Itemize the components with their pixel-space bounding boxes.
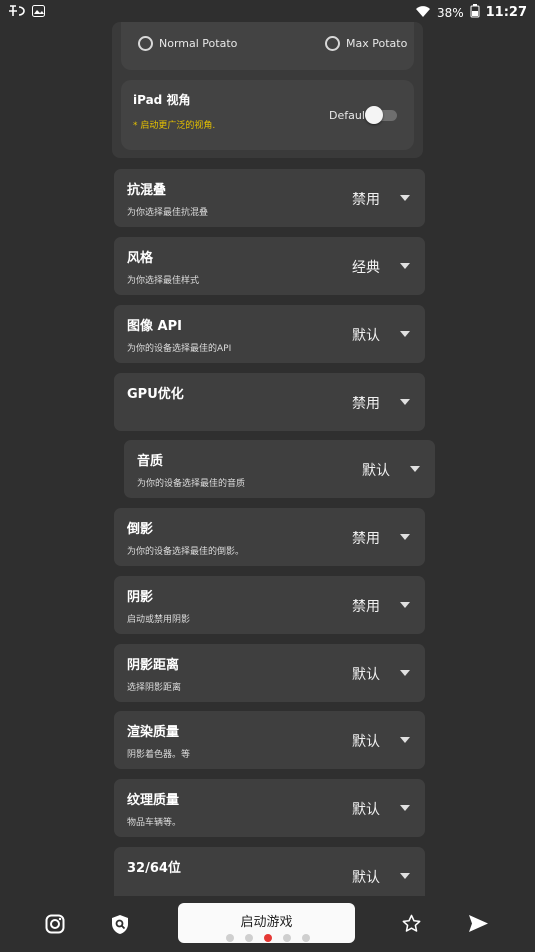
dropdown-arrow-icon[interactable] [400, 195, 410, 201]
setting-value: 禁用 [352, 531, 380, 547]
page-dot-active[interactable] [264, 934, 272, 942]
setting-value: 默认 [352, 870, 380, 886]
dropdown-arrow-icon[interactable] [400, 805, 410, 811]
setting-value: 经典 [352, 260, 380, 276]
setting-subtitle: 选择阴影距离 [127, 683, 182, 693]
wifi-icon [415, 5, 431, 20]
page-dot[interactable] [283, 934, 291, 942]
dropdown-arrow-icon[interactable] [400, 873, 410, 879]
setting-title: 音质 [137, 454, 164, 469]
radio-circle-icon [138, 36, 153, 51]
setting-subtitle: 为你选择最佳样式 [127, 276, 200, 286]
dropdown-arrow-icon[interactable] [400, 263, 410, 269]
setting-shadow-distance[interactable]: 阴影距离 选择阴影距离 默认 [114, 644, 425, 702]
dropdown-arrow-icon[interactable] [400, 534, 410, 540]
setting-subtitle: 为你的设备选择最佳的API [127, 344, 232, 354]
setting-value: 默认 [352, 802, 380, 818]
setting-subtitle: 阴影着色器。等 [127, 750, 191, 760]
setting-title: 渲染质量 [127, 725, 180, 740]
page-dot[interactable] [245, 934, 253, 942]
setting-shadow[interactable]: 阴影 启动或禁用阴影 禁用 [114, 576, 425, 634]
setting-value: 默认 [352, 667, 380, 683]
setting-title: 阴影距离 [127, 658, 180, 673]
setting-subtitle: 为你的设备选择最佳的倒影。 [127, 547, 245, 557]
page-dot[interactable] [302, 934, 310, 942]
setting-gpu-optimization[interactable]: GPU优化 禁用 [114, 373, 425, 431]
setting-value: 默认 [362, 463, 390, 479]
setting-title: 抗混叠 [127, 183, 167, 198]
shield-search-icon[interactable] [111, 914, 129, 939]
setting-title: 纹理质量 [127, 793, 180, 808]
setting-value: 禁用 [352, 192, 380, 208]
setting-style[interactable]: 风格 为你选择最佳样式 经典 [114, 237, 425, 295]
setting-title: GPU优化 [127, 387, 184, 402]
page-indicator [226, 934, 310, 942]
max-potato-radio[interactable]: Max Potato [325, 36, 407, 51]
setting-subtitle: 为你选择最佳抗混叠 [127, 208, 209, 218]
instagram-icon[interactable] [45, 914, 65, 938]
status-right: 38% 11:27 [415, 4, 527, 21]
setting-value: 禁用 [352, 396, 380, 412]
status-left [8, 4, 45, 21]
dropdown-arrow-icon[interactable] [400, 602, 410, 608]
max-potato-label: Max Potato [346, 37, 408, 50]
normal-potato-radio[interactable]: Normal Potato [138, 36, 237, 51]
status-bar: 38% 11:27 [0, 0, 535, 24]
setting-reflection[interactable]: 倒影 为你的设备选择最佳的倒影。 禁用 [114, 508, 425, 566]
setting-title: 图像 API [127, 319, 182, 334]
status-time: 11:27 [485, 5, 527, 20]
setting-graphics-api[interactable]: 图像 API 为你的设备选择最佳的API 默认 [114, 305, 425, 363]
image-notification-icon [32, 5, 45, 20]
setting-value: 默认 [352, 328, 380, 344]
setting-title: 倒影 [127, 522, 154, 537]
battery-percent: 38% [436, 5, 464, 20]
dropdown-arrow-icon[interactable] [400, 670, 410, 676]
dropdown-arrow-icon[interactable] [400, 737, 410, 743]
dropdown-arrow-icon[interactable] [400, 399, 410, 405]
setting-subtitle: 启动或禁用阴影 [127, 615, 191, 625]
ipad-toggle-label: Default [329, 109, 370, 122]
setting-title: 阴影 [127, 590, 154, 605]
setting-value: 默认 [352, 734, 380, 750]
ipad-view-title: iPad 视角 [133, 93, 191, 107]
dropdown-arrow-icon[interactable] [410, 466, 420, 472]
send-icon[interactable] [468, 914, 489, 937]
battery-icon [470, 4, 480, 21]
star-icon[interactable] [402, 914, 421, 937]
toggle-knob [365, 106, 383, 124]
setting-render-quality[interactable]: 渲染质量 阴影着色器。等 默认 [114, 711, 425, 769]
setting-texture-quality[interactable]: 纹理质量 物品车辆等。 默认 [114, 779, 425, 837]
radio-circle-icon [325, 36, 340, 51]
setting-subtitle: 为你的设备选择最佳的音质 [137, 479, 246, 489]
potato-mode-card: Normal Potato Max Potato [121, 22, 414, 70]
setting-antialiasing[interactable]: 抗混叠 为你选择最佳抗混叠 禁用 [114, 169, 425, 227]
ipad-view-card: iPad 视角 * 启动更广泛的视角. Default [121, 80, 414, 150]
setting-title: 32/64位 [127, 861, 181, 876]
normal-potato-label: Normal Potato [159, 37, 238, 50]
dropdown-arrow-icon[interactable] [400, 331, 410, 337]
setting-subtitle: 物品车辆等。 [127, 818, 182, 828]
page-dot[interactable] [226, 934, 234, 942]
setting-value: 禁用 [352, 599, 380, 615]
ipad-view-toggle[interactable] [365, 106, 397, 124]
setting-sound-quality[interactable]: 音质 为你的设备选择最佳的音质 默认 [124, 440, 435, 498]
ipad-view-note: * 启动更广泛的视角. [133, 121, 216, 131]
setting-title: 风格 [127, 251, 154, 266]
app-notification-icon [8, 4, 26, 21]
